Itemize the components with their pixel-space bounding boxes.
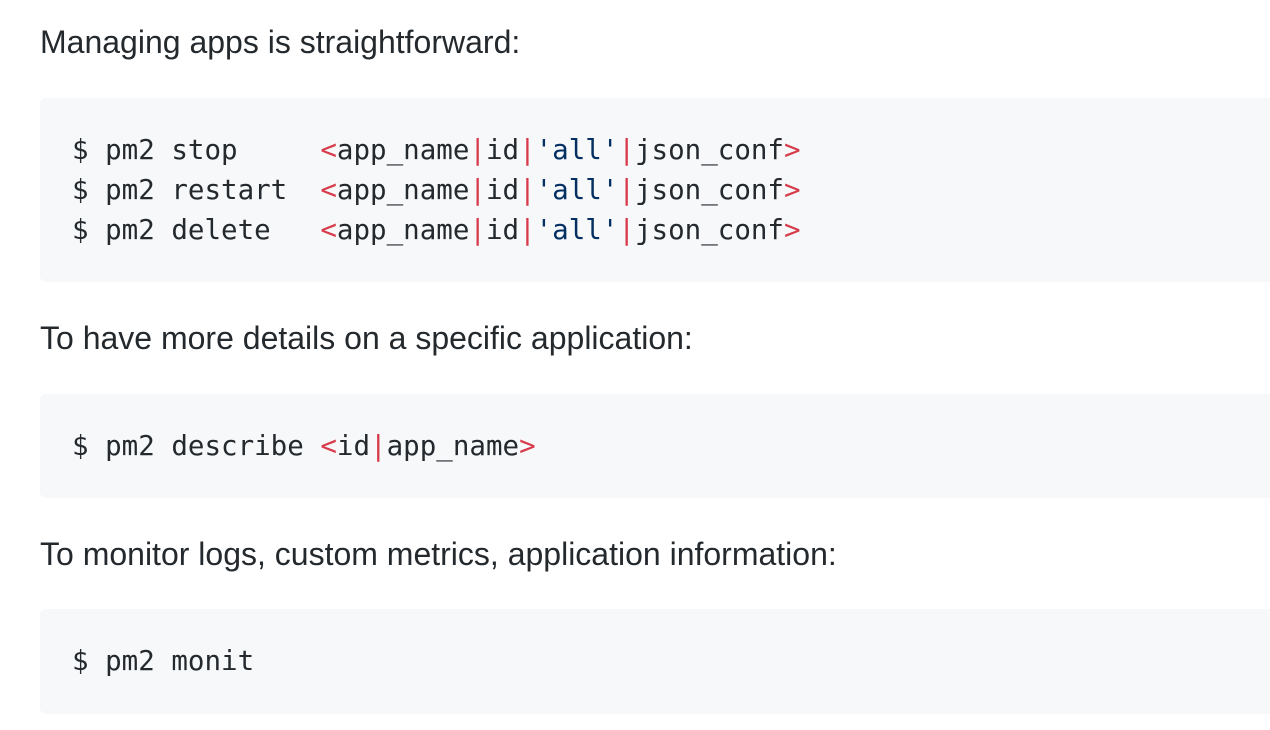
code-arg-id: id [485, 134, 520, 166]
code-punct-pipe: | [519, 214, 536, 246]
markdown-page: Managing apps is straightforward: $ pm2 … [0, 0, 1270, 730]
code-arg-app-name: app_name [386, 430, 520, 462]
code-punct-lt: < [320, 134, 337, 166]
code-string-all: 'all' [535, 174, 619, 206]
code-line-monit: $ pm2 monit [72, 641, 1270, 681]
code-command: $ pm2 restart [72, 174, 321, 206]
code-arg-id: id [336, 430, 371, 462]
code-punct-pipe: | [370, 430, 387, 462]
code-arg-json-conf: json_conf [634, 134, 784, 166]
code-block-monit[interactable]: $ pm2 monit [40, 609, 1270, 714]
code-punct-lt: < [320, 430, 337, 462]
code-string-all: 'all' [535, 134, 619, 166]
code-punct-gt: > [784, 174, 801, 206]
code-punct-lt: < [320, 214, 337, 246]
code-punct-pipe: | [618, 134, 635, 166]
code-block-describe[interactable]: $ pm2 describe <id|app_name> [40, 394, 1270, 498]
code-arg-app-name: app_name [336, 134, 470, 166]
code-command: $ pm2 delete [72, 214, 321, 246]
code-punct-gt: > [519, 430, 536, 462]
intro-paragraph-details: To have more details on a specific appli… [40, 320, 693, 356]
code-line-stop: $ pm2 stop <app_name|id|'all'|json_conf> [72, 130, 1270, 170]
code-command: $ pm2 monit [72, 645, 255, 677]
code-arg-app-name: app_name [336, 214, 470, 246]
code-line-restart: $ pm2 restart <app_name|id|'all'|json_co… [72, 170, 1270, 210]
code-arg-json-conf: json_conf [634, 214, 784, 246]
code-command: $ pm2 stop [72, 134, 321, 166]
code-arg-app-name: app_name [336, 174, 470, 206]
code-punct-pipe: | [519, 134, 536, 166]
code-punct-lt: < [320, 174, 337, 206]
code-block-manage[interactable]: $ pm2 stop <app_name|id|'all'|json_conf>… [40, 98, 1270, 282]
code-string-all: 'all' [535, 214, 619, 246]
code-punct-pipe: | [469, 214, 486, 246]
code-punct-pipe: | [469, 134, 486, 166]
code-punct-pipe: | [469, 174, 486, 206]
code-arg-json-conf: json_conf [634, 174, 784, 206]
code-line-describe: $ pm2 describe <id|app_name> [72, 426, 1270, 466]
code-arg-id: id [485, 174, 520, 206]
code-command: $ pm2 describe [72, 430, 321, 462]
code-arg-id: id [485, 214, 520, 246]
code-punct-pipe: | [618, 214, 635, 246]
code-line-delete: $ pm2 delete <app_name|id|'all'|json_con… [72, 210, 1270, 250]
code-punct-gt: > [784, 214, 801, 246]
code-punct-pipe: | [519, 174, 536, 206]
intro-paragraph-monitor: To monitor logs, custom metrics, applica… [40, 536, 837, 572]
intro-paragraph-managing: Managing apps is straightforward: [40, 24, 521, 60]
code-punct-gt: > [784, 134, 801, 166]
code-punct-pipe: | [618, 174, 635, 206]
